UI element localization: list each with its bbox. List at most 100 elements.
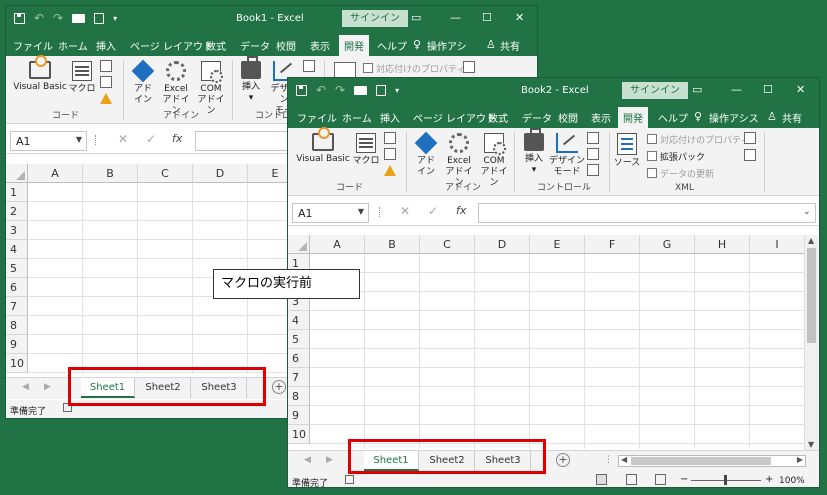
sheet-prev-icon[interactable]: ◀ bbox=[22, 382, 29, 392]
open-folder-icon[interactable] bbox=[354, 85, 368, 95]
enter-icon[interactable]: ✓ bbox=[146, 132, 156, 146]
tab-formulas[interactable]: 数式 bbox=[488, 110, 508, 125]
tab-data[interactable]: データ bbox=[522, 110, 552, 125]
cancel-icon[interactable]: ✕ bbox=[118, 132, 128, 146]
select-all-corner[interactable] bbox=[6, 164, 28, 183]
row-header-5[interactable]: 5 bbox=[288, 330, 310, 349]
sheet-prev-icon[interactable]: ◀ bbox=[304, 455, 311, 465]
row-header-7[interactable]: 7 bbox=[288, 368, 310, 387]
share-button[interactable]: 共有 bbox=[500, 38, 520, 53]
tell-me-search[interactable]: 操作アシ bbox=[427, 38, 467, 53]
sheet-next-icon[interactable]: ▶ bbox=[326, 455, 333, 465]
column-header-g[interactable]: G bbox=[640, 235, 695, 254]
com-addin-button[interactable]: COM アドイン bbox=[477, 133, 511, 189]
undo-icon[interactable]: ↶ bbox=[316, 84, 326, 96]
row-header-5[interactable]: 5 bbox=[6, 259, 28, 278]
close-icon[interactable]: ✕ bbox=[515, 11, 524, 24]
expansion-pack-button[interactable]: 拡張パック bbox=[647, 150, 705, 163]
tab-data[interactable]: データ bbox=[240, 38, 270, 53]
signin-button[interactable]: サインイン bbox=[342, 10, 408, 27]
macro-button[interactable]: マクロ bbox=[352, 133, 380, 167]
formula-input[interactable] bbox=[478, 203, 816, 223]
tab-insert[interactable]: 挿入 bbox=[380, 110, 400, 125]
insert-control-button[interactable]: 挿入 ▾ bbox=[519, 128, 549, 176]
save-icon[interactable] bbox=[296, 84, 307, 96]
column-header-a[interactable]: A bbox=[310, 235, 365, 254]
design-mode-button[interactable]: デザイン モード bbox=[549, 133, 585, 178]
vertical-scrollbar[interactable]: ▲ ▼ bbox=[804, 235, 818, 450]
tab-insert[interactable]: 挿入 bbox=[96, 38, 116, 53]
add-sheet-icon[interactable]: + bbox=[556, 453, 570, 467]
import-icon[interactable] bbox=[744, 132, 756, 144]
macro-security-icon[interactable] bbox=[384, 165, 396, 176]
record-macro-icon[interactable] bbox=[384, 132, 396, 144]
import-icon[interactable] bbox=[463, 61, 475, 73]
properties-icon[interactable] bbox=[587, 132, 599, 144]
name-box[interactable]: A1 ▼ bbox=[10, 131, 87, 151]
column-header-e[interactable]: E bbox=[530, 235, 585, 254]
horizontal-scrollbar[interactable]: ◀ ▶ bbox=[618, 455, 806, 467]
tab-review[interactable]: 校閲 bbox=[276, 38, 296, 53]
ribbon-display-icon[interactable]: ▭ bbox=[411, 11, 421, 24]
properties-icon[interactable] bbox=[303, 60, 315, 72]
close-icon[interactable]: ✕ bbox=[796, 83, 805, 96]
tab-developer[interactable]: 開発 bbox=[618, 107, 648, 128]
row-header-7[interactable]: 7 bbox=[6, 297, 28, 316]
save-icon[interactable] bbox=[14, 12, 25, 24]
visual-basic-button[interactable]: Visual Basic bbox=[292, 127, 354, 165]
zoom-in-icon[interactable]: + bbox=[765, 474, 773, 485]
tab-page-layout[interactable]: ページ レイアウト bbox=[413, 110, 496, 125]
zoom-out-icon[interactable]: − bbox=[680, 474, 688, 485]
insert-function-icon[interactable]: fx bbox=[172, 132, 182, 145]
relative-ref-icon[interactable] bbox=[100, 76, 112, 88]
signin-button[interactable]: サインイン bbox=[622, 82, 688, 99]
excel-window-book2[interactable]: ↶ ↷ ▾ Book2 - Excel サインイン ▭ — ☐ ✕ ファイル ホ… bbox=[287, 77, 820, 488]
enter-icon[interactable]: ✓ bbox=[428, 204, 438, 218]
vertical-scroll-thumb[interactable] bbox=[807, 248, 816, 343]
tab-review[interactable]: 校閲 bbox=[558, 110, 578, 125]
row-header-9[interactable]: 9 bbox=[6, 335, 28, 354]
column-header-d[interactable]: D bbox=[193, 164, 248, 183]
redo-icon[interactable]: ↷ bbox=[335, 84, 345, 96]
print-preview-icon[interactable] bbox=[376, 84, 387, 96]
row-header-8[interactable]: 8 bbox=[288, 387, 310, 406]
tab-home[interactable]: ホーム bbox=[58, 38, 88, 53]
addin-button[interactable]: アド イン bbox=[411, 131, 441, 178]
addin-button[interactable]: アド イン bbox=[128, 59, 158, 106]
row-header-8[interactable]: 8 bbox=[6, 316, 28, 335]
column-header-b[interactable]: B bbox=[365, 235, 420, 254]
column-header-i[interactable]: I bbox=[750, 235, 805, 254]
tab-help[interactable]: ヘルプ bbox=[658, 110, 688, 125]
row-header-6[interactable]: 6 bbox=[6, 278, 28, 297]
redo-icon[interactable]: ↷ bbox=[53, 12, 63, 24]
tab-file[interactable]: ファイル bbox=[13, 38, 53, 53]
open-folder-icon[interactable] bbox=[72, 13, 86, 23]
column-header-f[interactable]: F bbox=[585, 235, 640, 254]
chevron-down-icon[interactable]: ▼ bbox=[358, 207, 364, 216]
maximize-icon[interactable]: ☐ bbox=[763, 83, 773, 96]
record-macro-icon[interactable] bbox=[100, 60, 112, 72]
horizontal-scroll-thumb[interactable] bbox=[631, 457, 771, 465]
print-preview-icon[interactable] bbox=[94, 12, 105, 24]
tab-page-layout[interactable]: ページ レイアウト bbox=[130, 38, 213, 53]
insert-control-button[interactable]: 挿入 ▾ bbox=[236, 56, 266, 104]
column-header-c[interactable]: C bbox=[420, 235, 475, 254]
scroll-up-icon[interactable]: ▲ bbox=[808, 236, 814, 245]
row-header-4[interactable]: 4 bbox=[6, 240, 28, 259]
tab-developer[interactable]: 開発 bbox=[339, 35, 369, 56]
row-header-10[interactable]: 10 bbox=[288, 425, 310, 444]
scroll-left-icon[interactable]: ◀ bbox=[621, 455, 627, 464]
tab-file[interactable]: ファイル bbox=[297, 110, 337, 125]
insert-function-icon[interactable]: fx bbox=[456, 204, 466, 217]
tab-split-handle[interactable]: ⋮ bbox=[604, 455, 613, 465]
undo-icon[interactable]: ↶ bbox=[34, 12, 44, 24]
worksheet-grid[interactable]: ABCDEFGHI 12345678910 bbox=[288, 235, 805, 449]
minimize-icon[interactable]: — bbox=[450, 11, 461, 24]
column-header-h[interactable]: H bbox=[695, 235, 750, 254]
maximize-icon[interactable]: ☐ bbox=[482, 11, 492, 24]
chevron-down-icon[interactable]: ▼ bbox=[76, 135, 82, 144]
view-code-icon[interactable] bbox=[587, 148, 599, 160]
tab-home[interactable]: ホーム bbox=[342, 110, 372, 125]
row-header-9[interactable]: 9 bbox=[288, 406, 310, 425]
xml-source-icon[interactable] bbox=[334, 62, 356, 78]
